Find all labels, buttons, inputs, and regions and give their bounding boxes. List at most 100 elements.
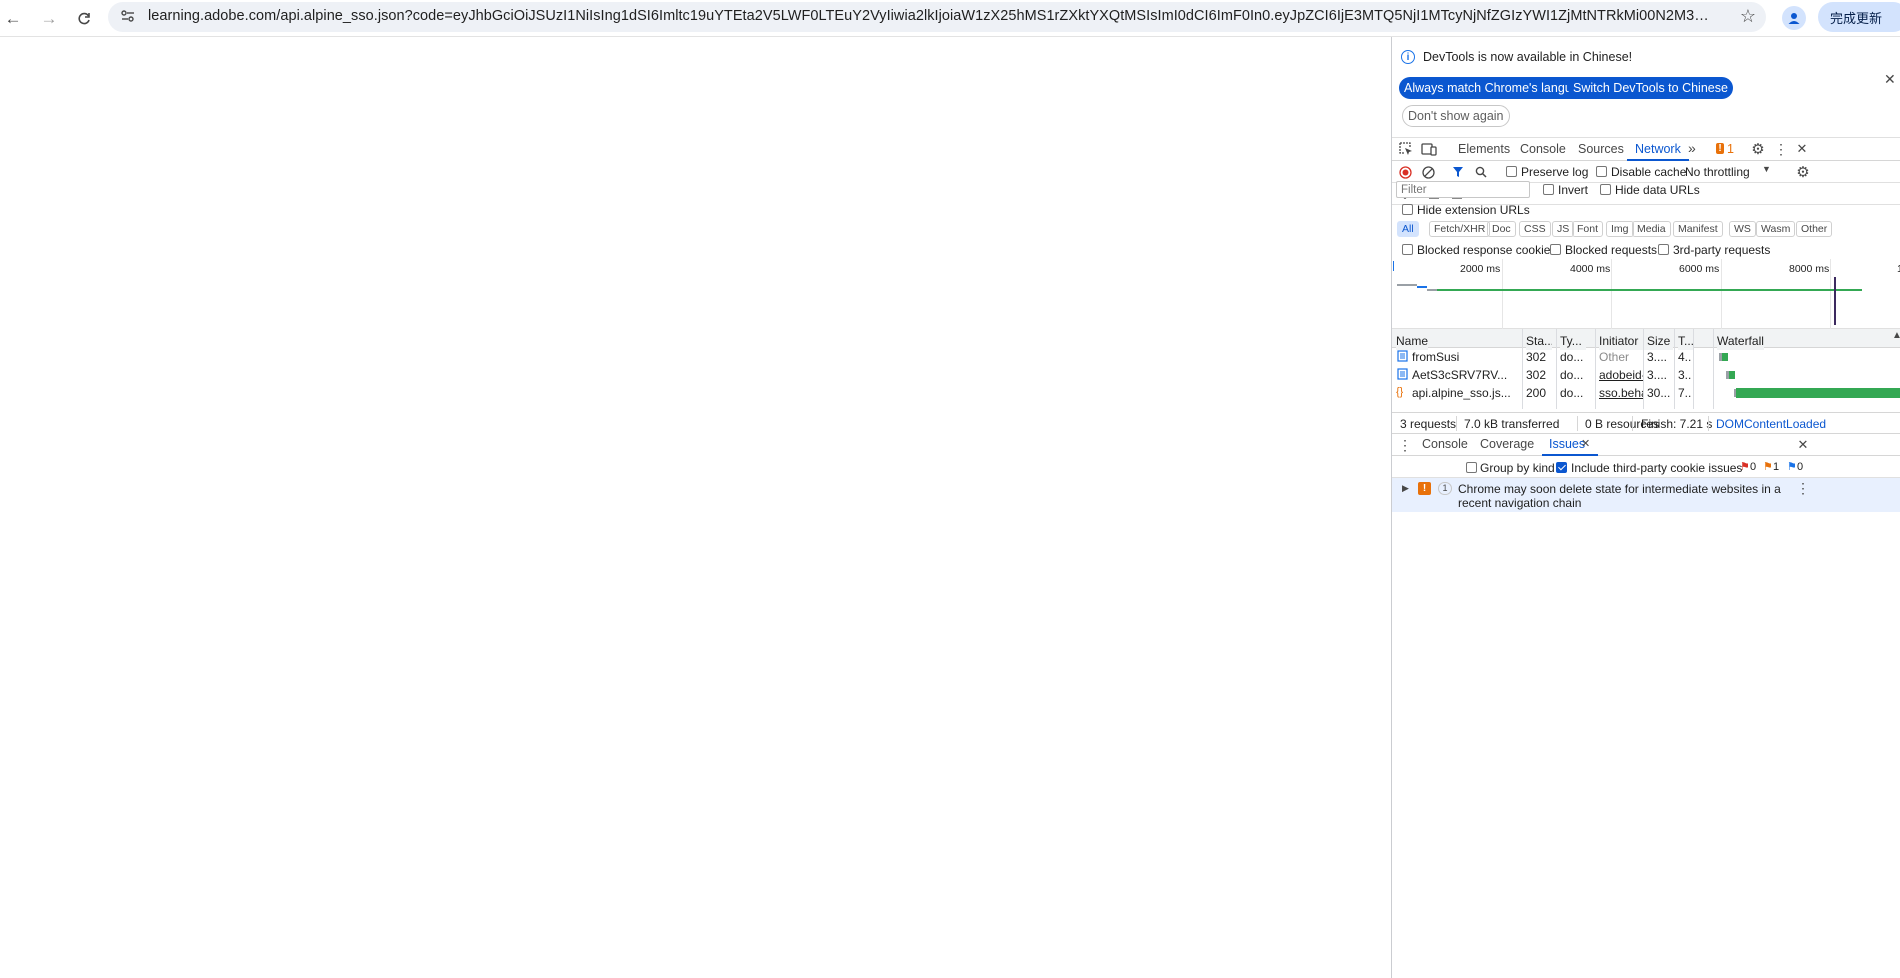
request-status: 302 xyxy=(1526,350,1547,364)
tab-elements[interactable]: Elements xyxy=(1458,142,1510,156)
column-header-status[interactable]: Sta... xyxy=(1526,331,1552,350)
search-icon[interactable] xyxy=(1472,163,1490,181)
url-text[interactable]: learning.adobe.com/api.alpine_sso.json?c… xyxy=(148,8,1714,24)
include-third-party-checkbox[interactable] xyxy=(1556,462,1567,473)
devtools-tabbar: Elements Console Sources Network » ! 1 ⚙… xyxy=(1392,137,1900,161)
hide-extension-urls-checkbox[interactable] xyxy=(1402,204,1413,215)
request-type: do... xyxy=(1560,386,1584,400)
chip-wasm[interactable]: Wasm xyxy=(1756,221,1796,237)
group-by-kind-label: Group by kind xyxy=(1480,461,1555,475)
inspect-element-icon[interactable] xyxy=(1397,140,1415,158)
settings-gear-icon[interactable]: ⚙ xyxy=(1749,140,1767,158)
tab-network[interactable]: Network xyxy=(1635,142,1681,156)
close-drawer-icon[interactable]: ✕ xyxy=(1794,436,1812,454)
device-toolbar-icon[interactable] xyxy=(1420,140,1438,158)
chip-all[interactable]: All xyxy=(1397,221,1419,237)
filter-funnel-icon[interactable] xyxy=(1449,163,1467,181)
more-tabs-icon[interactable]: » xyxy=(1688,140,1696,156)
column-header-size[interactable]: Size xyxy=(1647,331,1673,350)
chip-ws[interactable]: WS xyxy=(1729,221,1756,237)
request-name[interactable]: fromSusi xyxy=(1412,350,1520,364)
drawer-tab-console[interactable]: Console xyxy=(1422,437,1468,451)
blocked-requests-checkbox[interactable] xyxy=(1550,244,1561,255)
chip-css[interactable]: CSS xyxy=(1519,221,1551,237)
request-size: 30... xyxy=(1647,386,1671,400)
issue-title[interactable]: Chrome may soon delete state for interme… xyxy=(1458,482,1798,510)
issue-more-icon[interactable]: ⋮ xyxy=(1794,479,1812,497)
third-party-requests-checkbox[interactable] xyxy=(1658,244,1669,255)
expand-triangle-icon[interactable]: ▶ xyxy=(1402,483,1409,494)
drawer-tab-issues[interactable]: Issues xyxy=(1549,437,1585,451)
issues-count[interactable]: 1 xyxy=(1727,142,1734,156)
profile-avatar-icon[interactable] xyxy=(1782,6,1806,30)
chip-fetch-xhr[interactable]: Fetch/XHR xyxy=(1429,221,1491,237)
preserve-log-checkbox[interactable] xyxy=(1506,166,1517,177)
column-header-waterfall[interactable]: Waterfall xyxy=(1717,331,1764,350)
sort-arrow-icon: ▲ xyxy=(1892,330,1900,341)
invert-checkbox[interactable] xyxy=(1543,184,1554,195)
record-stop-icon[interactable] xyxy=(1396,163,1414,181)
forward-icon[interactable]: → xyxy=(36,6,62,32)
summary-finish: Finish: 7.21 s xyxy=(1641,417,1713,431)
column-header-type[interactable]: Ty... xyxy=(1560,331,1586,350)
throttling-select[interactable]: No throttling xyxy=(1685,165,1750,179)
json-icon: {} xyxy=(1396,386,1404,398)
error-issues-count: 0 xyxy=(1750,461,1757,473)
hide-data-urls-checkbox[interactable] xyxy=(1600,184,1611,195)
blocked-response-cookies-checkbox[interactable] xyxy=(1402,244,1413,255)
request-initiator-link[interactable]: adobeid- xyxy=(1599,368,1643,382)
preserve-log-label: Preserve log xyxy=(1521,165,1589,179)
chevron-down-icon[interactable]: ▼ xyxy=(1762,164,1771,174)
document-icon xyxy=(1397,350,1408,365)
hide-data-urls-label: Hide data URLs xyxy=(1615,183,1700,197)
reload-icon[interactable] xyxy=(71,6,97,32)
request-status: 200 xyxy=(1526,386,1547,400)
chip-other[interactable]: Other xyxy=(1796,221,1833,237)
close-devtools-icon[interactable]: ✕ xyxy=(1793,140,1811,158)
network-settings-gear-icon[interactable]: ⚙ xyxy=(1794,163,1812,181)
issue-item[interactable]: ▶ ! 1 Chrome may soon delete state for i… xyxy=(1392,478,1900,512)
more-options-icon[interactable]: ⋮ xyxy=(1772,140,1790,158)
drawer-menu-icon[interactable]: ⋮ xyxy=(1396,436,1414,454)
request-name[interactable]: AetS3cSRV7RV... xyxy=(1412,368,1520,382)
network-overview[interactable]: 2000 ms 4000 ms 6000 ms 8000 ms 1 xyxy=(1392,259,1900,329)
chip-doc[interactable]: Doc xyxy=(1487,221,1516,237)
chip-js[interactable]: JS xyxy=(1552,221,1575,237)
blocked-response-cookies-label: Blocked response cookies xyxy=(1417,243,1557,257)
issue-warning-icon: ! xyxy=(1418,482,1431,495)
issue-occurrence-count: 1 xyxy=(1438,482,1452,495)
back-icon[interactable]: ← xyxy=(0,6,26,32)
column-header-name[interactable]: Name xyxy=(1396,331,1429,350)
disable-cache-label: Disable cache xyxy=(1611,165,1687,179)
group-by-kind-checkbox[interactable] xyxy=(1466,462,1477,473)
request-name[interactable]: api.alpine_sso.js... xyxy=(1412,386,1520,400)
dont-show-again-button[interactable]: Don't show again xyxy=(1402,105,1510,127)
request-initiator-link[interactable]: sso.behar xyxy=(1599,386,1643,400)
chip-media[interactable]: Media xyxy=(1632,221,1671,237)
chip-font[interactable]: Font xyxy=(1572,221,1604,237)
request-size: 3.... xyxy=(1647,368,1668,382)
column-header-time[interactable]: T... xyxy=(1678,331,1694,350)
close-infobar-icon[interactable]: ✕ xyxy=(1884,71,1896,88)
drawer-tab-coverage[interactable]: Coverage xyxy=(1480,437,1534,451)
column-header-initiator[interactable]: Initiator xyxy=(1599,331,1647,350)
switch-chinese-button[interactable]: Switch DevTools to Chinese xyxy=(1568,77,1733,99)
tab-sources[interactable]: Sources xyxy=(1578,142,1624,156)
update-button[interactable]: 完成更新 xyxy=(1818,2,1900,32)
site-info-icon[interactable] xyxy=(120,8,138,26)
chip-manifest[interactable]: Manifest xyxy=(1673,221,1723,237)
info-issues-count: 0 xyxy=(1797,461,1804,473)
table-row[interactable]: fromSusi 302 do... Other 3.... 4... xyxy=(1392,349,1900,366)
issues-toolbar: Group by kind Include third-party cookie… xyxy=(1392,456,1900,478)
clear-icon[interactable] xyxy=(1419,163,1437,181)
close-issues-tab-icon[interactable]: ✕ xyxy=(1581,437,1590,450)
table-row[interactable]: {} api.alpine_sso.js... 200 do... sso.be… xyxy=(1392,385,1900,402)
issues-warning-icon[interactable]: ! xyxy=(1716,143,1724,154)
address-bar[interactable]: learning.adobe.com/api.alpine_sso.json?c… xyxy=(108,2,1766,32)
table-row[interactable]: AetS3cSRV7RV... 302 do... adobeid- 3....… xyxy=(1392,367,1900,384)
bookmark-star-icon[interactable]: ☆ xyxy=(1740,6,1756,27)
disable-cache-checkbox[interactable] xyxy=(1596,166,1607,177)
tab-console[interactable]: Console xyxy=(1520,142,1566,156)
chip-img[interactable]: Img xyxy=(1606,221,1634,237)
filter-input[interactable] xyxy=(1396,181,1530,198)
